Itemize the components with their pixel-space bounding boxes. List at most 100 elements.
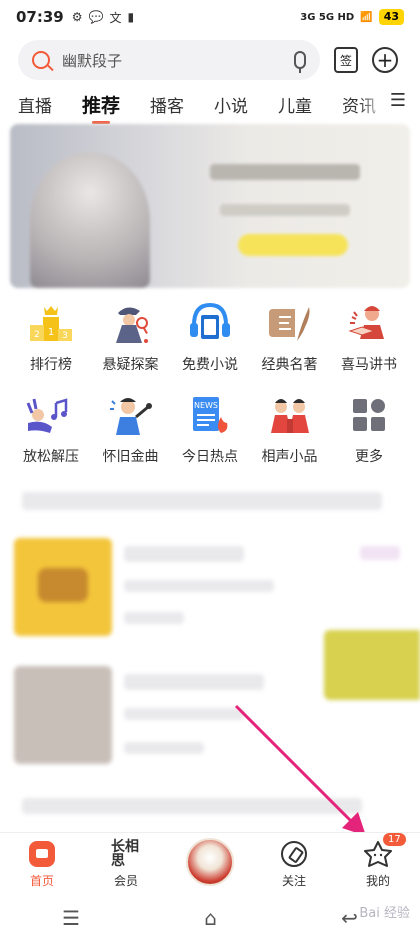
category-item-more[interactable]: 更多 — [330, 392, 408, 484]
reader-icon — [344, 300, 394, 346]
category-label: 排行榜 — [30, 357, 72, 373]
banner-title-blur — [210, 164, 360, 180]
menu-icon[interactable]: ☰ — [390, 90, 406, 111]
feed-meta-blur — [124, 612, 184, 624]
status-notification-icons: ⚙ 💬 文 ▮ — [72, 9, 134, 26]
nav-home[interactable]: 首页 — [7, 839, 77, 889]
system-navigation: ☰ ⌂ ↩ — [0, 896, 420, 940]
category-label: 悬疑探案 — [102, 357, 159, 373]
category-item-crosstalk[interactable]: 相声小品 — [251, 392, 329, 484]
status-time: 07:39 — [16, 8, 64, 26]
banner-cta-blur — [238, 234, 348, 256]
category-row: 放松解压 怀旧金曲 NEWS 今日热点 相声小品 更多 — [0, 392, 420, 484]
category-label: 今日热点 — [182, 449, 238, 465]
singer-icon — [106, 392, 156, 438]
category-item-hot-news[interactable]: NEWS 今日热点 — [171, 392, 249, 484]
relax-music-icon — [26, 392, 76, 438]
category-tabs: 直播 推荐 播客 小说 儿童 资讯 ☰ — [0, 86, 420, 124]
tab-podcast[interactable]: 播客 — [150, 92, 184, 117]
category-row: 1 2 3 排行榜 悬疑探案 免费小说 经典名著 喜马讲书 — [0, 300, 420, 392]
bottom-navigation: 首页 长相思 会员 关注 17 我的 — [0, 832, 420, 894]
nav-label: 首页 — [29, 873, 54, 888]
headphone-book-icon — [185, 300, 235, 346]
tabs-fade — [358, 86, 388, 122]
center-avatar — [186, 837, 234, 886]
search-input[interactable]: 幽默段子 — [18, 40, 320, 80]
feed-tag-blur — [360, 546, 400, 560]
category-label: 更多 — [355, 449, 383, 465]
category-label: 经典名著 — [261, 357, 318, 373]
message-icon: 💬 — [88, 10, 104, 24]
feed-thumbnail[interactable] — [14, 538, 112, 636]
gear-icon: ⚙ — [71, 10, 83, 24]
nav-label: 会员 — [113, 873, 138, 888]
category-item-book-talk[interactable]: 喜马讲书 — [330, 300, 408, 392]
feed-thumbnail[interactable] — [14, 666, 112, 764]
category-label: 放松解压 — [23, 449, 79, 465]
search-row: 幽默段子 签 + — [18, 40, 408, 80]
menu-icon[interactable]: ☰ — [62, 906, 80, 930]
news-icon: NEWS — [185, 392, 235, 438]
feed-title-blur — [124, 546, 244, 562]
detective-icon — [106, 300, 156, 346]
nav-mine[interactable]: 17 我的 — [343, 832, 413, 889]
svg-text:2: 2 — [34, 330, 40, 340]
network-label: 3G 5G HD — [300, 11, 355, 23]
feed-meta-blur — [124, 742, 204, 754]
nav-label: 我的 — [365, 873, 390, 888]
category-item-free-novel[interactable]: 免费小说 — [171, 300, 249, 392]
back-icon[interactable]: ↩ — [341, 906, 358, 930]
category-item-oldies[interactable]: 怀旧金曲 — [92, 392, 170, 484]
search-placeholder: 幽默段子 — [62, 51, 123, 70]
tab-kids[interactable]: 儿童 — [278, 92, 312, 117]
search-icon — [32, 51, 50, 69]
tab-novel[interactable]: 小说 — [214, 92, 248, 117]
wifi-icon: 📶 — [360, 11, 373, 23]
category-label: 怀旧金曲 — [102, 449, 159, 465]
tab-recommend[interactable]: 推荐 — [82, 91, 120, 124]
banner-subtitle-blur — [220, 204, 350, 216]
category-item-mystery[interactable]: 悬疑探案 — [92, 300, 170, 392]
banner-person-image — [30, 152, 150, 288]
podium-icon: 1 2 3 — [26, 300, 76, 346]
sign-label: 签 — [339, 53, 352, 68]
tab-live[interactable]: 直播 — [18, 92, 52, 117]
add-icon[interactable]: + — [372, 47, 398, 73]
category-label: 免费小说 — [182, 357, 238, 373]
category-label: 相声小品 — [261, 449, 318, 465]
annotation-arrow — [234, 704, 366, 836]
scroll-quill-icon — [265, 300, 315, 346]
notification-badge: 17 — [383, 832, 406, 846]
svg-text:NEWS: NEWS — [194, 401, 218, 410]
category-grid: 1 2 3 排行榜 悬疑探案 免费小说 经典名著 喜马讲书 放松解压 怀旧金曲 … — [0, 300, 420, 484]
compass-icon — [279, 839, 309, 869]
feed-title-blur — [124, 674, 264, 690]
promo-banner[interactable] — [10, 124, 410, 288]
feed-side-thumbnail[interactable] — [324, 630, 420, 700]
vip-icon: 长相思 — [111, 838, 139, 869]
svg-text:1: 1 — [48, 327, 54, 338]
nav-center-player[interactable] — [175, 837, 245, 886]
svg-text:3: 3 — [62, 331, 68, 341]
microphone-icon[interactable] — [294, 51, 306, 73]
category-item-ranking[interactable]: 1 2 3 排行榜 — [12, 300, 90, 392]
translate-icon: 文 — [109, 10, 122, 25]
category-label: 喜马讲书 — [341, 357, 397, 373]
home-icon[interactable]: ⌂ — [204, 906, 217, 930]
category-item-classics[interactable]: 经典名著 — [251, 300, 329, 392]
feed-desc-blur — [124, 580, 274, 592]
sign-in-button[interactable]: 签 — [334, 47, 358, 73]
status-bar: 07:39 ⚙ 💬 文 ▮ 3G 5G HD 📶 43 — [0, 0, 420, 34]
comedians-icon — [265, 392, 315, 438]
category-item-relax[interactable]: 放松解压 — [12, 392, 90, 484]
status-right: 3G 5G HD 📶 43 — [300, 9, 404, 25]
nav-follow[interactable]: 关注 — [259, 839, 329, 889]
nav-label: 关注 — [281, 873, 306, 888]
feed-desc-blur — [124, 708, 244, 720]
feed-header-blur — [22, 492, 382, 510]
nav-vip[interactable]: 长相思 会员 — [91, 839, 161, 889]
home-icon — [27, 839, 57, 869]
watermark: Bai 经验 — [359, 906, 410, 921]
battery-small-icon: ▮ — [127, 10, 135, 24]
grid-more-icon — [344, 392, 394, 438]
